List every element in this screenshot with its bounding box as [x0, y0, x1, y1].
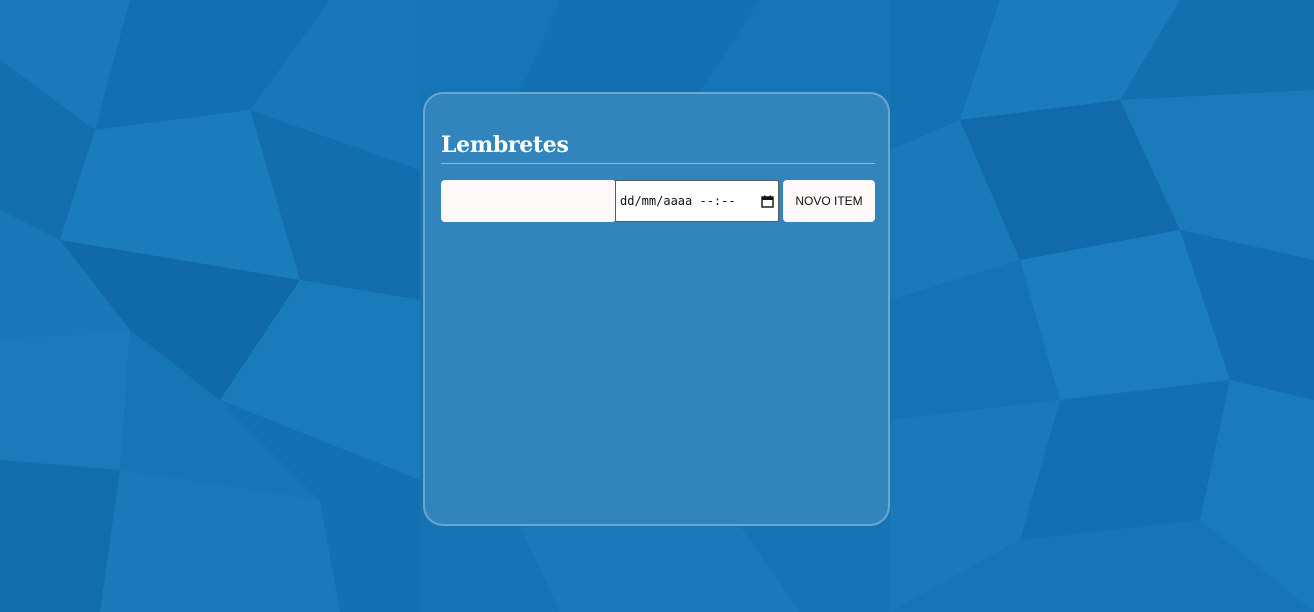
- reminder-text-input[interactable]: [441, 180, 616, 222]
- reminders-card: Lembretes dd/mm/aaaa --:-- NOVO ITEM: [423, 92, 890, 526]
- datetime-input[interactable]: dd/mm/aaaa --:--: [615, 180, 779, 222]
- new-item-button[interactable]: NOVO ITEM: [783, 180, 875, 222]
- datetime-placeholder: dd/mm/aaaa --:--: [620, 194, 736, 208]
- page-title: Lembretes: [441, 132, 569, 158]
- calendar-icon[interactable]: [761, 195, 774, 208]
- title-divider: [441, 163, 875, 164]
